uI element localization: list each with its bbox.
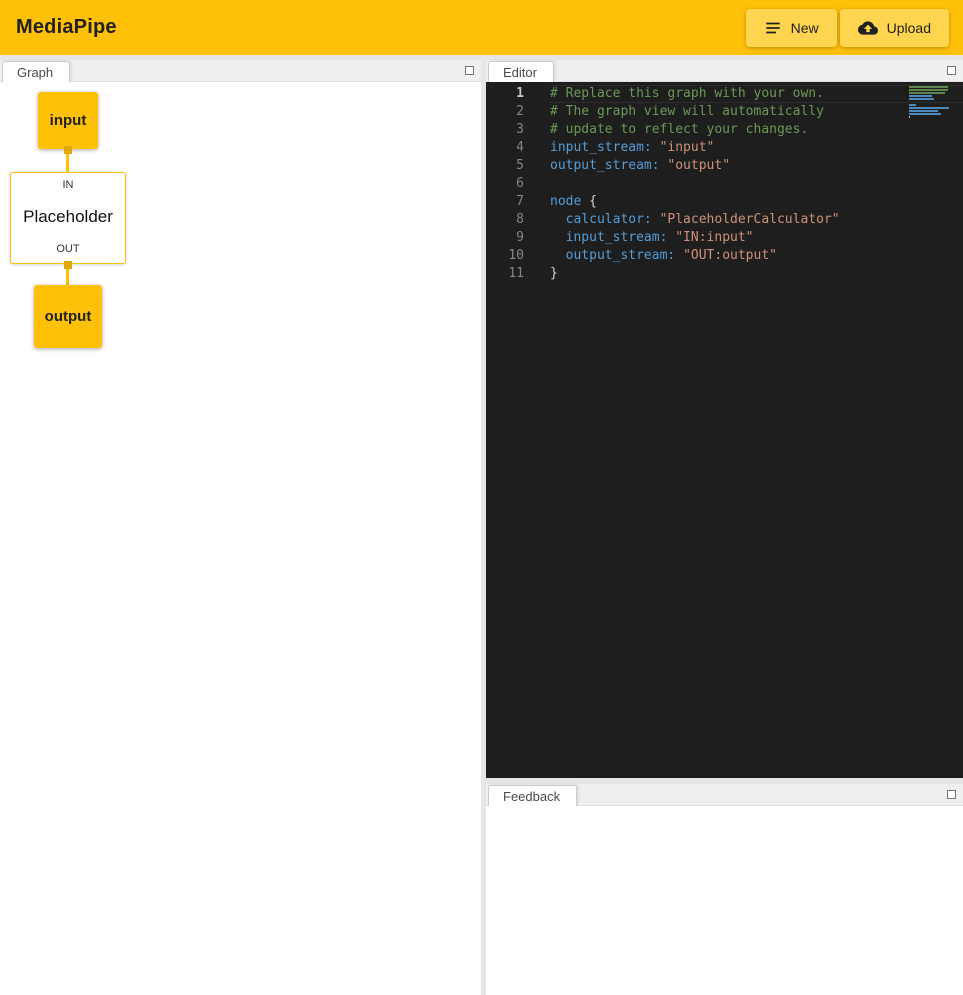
- app-title: MediaPipe: [16, 16, 117, 39]
- new-button-label: New: [791, 20, 819, 36]
- new-button[interactable]: New: [746, 9, 837, 47]
- upload-button[interactable]: Upload: [840, 9, 949, 47]
- graph-node-placeholder[interactable]: IN Placeholder OUT: [10, 172, 126, 264]
- graph-node-input[interactable]: input: [38, 92, 98, 149]
- edge-input-to-placeholder: [66, 154, 69, 172]
- output-port-square: [64, 146, 72, 154]
- graph-node-output-label: output: [45, 308, 92, 325]
- feedback-content: [486, 806, 963, 995]
- tab-graph[interactable]: Graph: [2, 61, 70, 82]
- graph-node-output[interactable]: output: [34, 285, 102, 348]
- placeholder-out-port-label: OUT: [56, 243, 79, 255]
- maximize-icon-graph[interactable]: [465, 66, 474, 75]
- menu-lines-icon: [764, 19, 782, 37]
- feedback-panel-header: Feedback: [486, 784, 963, 806]
- maximize-icon-editor[interactable]: [947, 66, 956, 75]
- maximize-icon-feedback[interactable]: [947, 790, 956, 799]
- placeholder-title: Placeholder: [23, 207, 113, 227]
- tab-graph-label: Graph: [17, 65, 53, 80]
- graph-panel-header: Graph: [0, 60, 481, 82]
- app-header: MediaPipe New Upload: [0, 0, 963, 55]
- editor-panel-header: Editor: [486, 60, 963, 82]
- tab-editor-label: Editor: [503, 65, 537, 80]
- editor-panel: Editor 1234567891011 # Replace this grap…: [486, 60, 963, 778]
- output-port-square-2: [64, 261, 72, 269]
- tab-editor[interactable]: Editor: [488, 61, 554, 82]
- code-editor[interactable]: 1234567891011 # Replace this graph with …: [486, 82, 963, 778]
- graph-canvas[interactable]: input IN Placeholder OUT output: [0, 82, 481, 995]
- edge-placeholder-to-output: [66, 269, 69, 285]
- cloud-upload-icon: [858, 18, 878, 38]
- graph-panel: Graph input IN Placeholder OUT output: [0, 60, 481, 995]
- tab-feedback[interactable]: Feedback: [488, 785, 577, 806]
- placeholder-in-port-label: IN: [63, 179, 74, 191]
- minimap[interactable]: [909, 86, 951, 119]
- code-lines[interactable]: # Replace this graph with your own.# The…: [538, 82, 963, 778]
- upload-button-label: Upload: [887, 20, 931, 36]
- header-buttons: New Upload: [746, 9, 949, 47]
- line-numbers: 1234567891011: [486, 82, 538, 778]
- graph-node-input-label: input: [50, 112, 87, 129]
- feedback-panel: Feedback: [486, 784, 963, 995]
- tab-feedback-label: Feedback: [503, 789, 560, 804]
